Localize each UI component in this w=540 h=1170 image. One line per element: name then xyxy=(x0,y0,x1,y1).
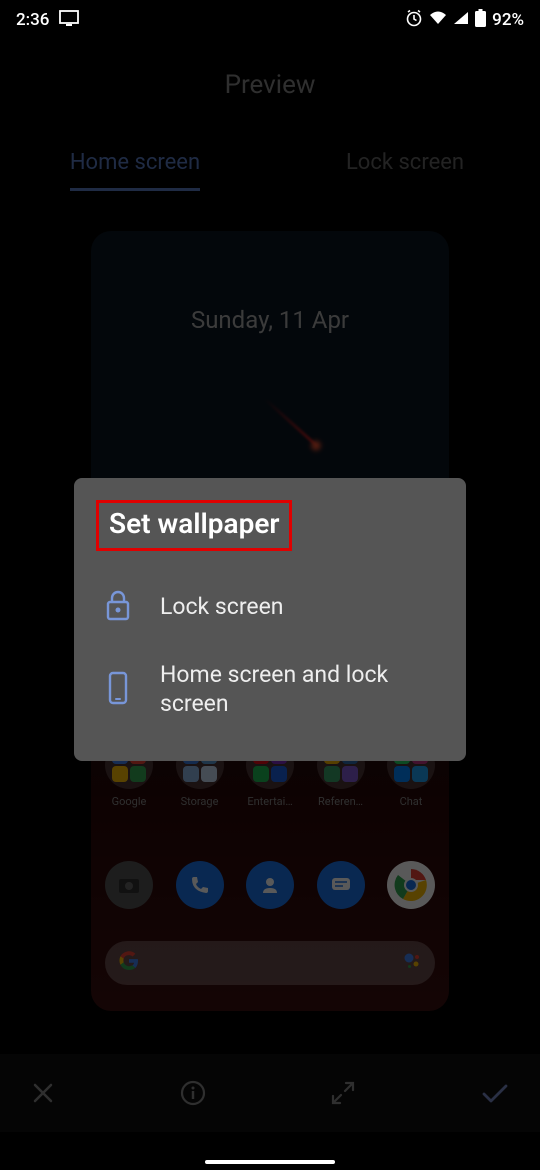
info-button[interactable] xyxy=(179,1079,207,1107)
tab-home-screen[interactable]: Home screen xyxy=(0,150,270,191)
battery-icon xyxy=(475,9,486,32)
phone-icon xyxy=(104,671,132,709)
option-label: Lock screen xyxy=(160,593,284,622)
signal-icon xyxy=(453,10,469,30)
messages-app-icon xyxy=(317,861,365,909)
dialog-title: Set wallpaper xyxy=(109,507,279,540)
alarm-icon xyxy=(405,9,423,32)
screen-cast-icon xyxy=(59,10,79,31)
battery-percent: 92% xyxy=(492,10,524,30)
wifi-icon xyxy=(429,10,447,30)
phone-app-icon xyxy=(176,861,224,909)
tabs: Home screen Lock screen xyxy=(0,150,540,191)
navigation-handle[interactable] xyxy=(205,1160,335,1164)
page-title: Preview xyxy=(0,70,540,100)
preview-date: Sunday, 11 Apr xyxy=(91,231,449,334)
set-wallpaper-dialog: Set wallpaper Lock screen Home screen an… xyxy=(74,478,466,761)
status-bar: 2:36 92% xyxy=(0,0,540,40)
google-g-icon xyxy=(119,951,139,975)
contacts-app-icon xyxy=(246,861,294,909)
option-home-and-lock[interactable]: Home screen and lock screen xyxy=(74,643,466,737)
option-lock-screen[interactable]: Lock screen xyxy=(74,571,466,643)
assistant-icon xyxy=(403,952,421,974)
chrome-app-icon xyxy=(387,861,435,909)
close-button[interactable] xyxy=(30,1080,56,1106)
google-search-bar xyxy=(105,941,435,985)
expand-button[interactable] xyxy=(329,1079,357,1107)
bottom-action-bar xyxy=(0,1054,540,1132)
tab-lock-screen[interactable]: Lock screen xyxy=(270,150,540,191)
dialog-title-highlight: Set wallpaper xyxy=(96,500,292,551)
lock-icon xyxy=(104,589,132,625)
status-time: 2:36 xyxy=(16,10,49,30)
confirm-button[interactable] xyxy=(480,1081,510,1105)
camera-app-icon xyxy=(105,861,153,909)
dock-row xyxy=(105,861,435,909)
option-label: Home screen and lock screen xyxy=(160,661,436,719)
meteor-graphic xyxy=(264,398,318,447)
